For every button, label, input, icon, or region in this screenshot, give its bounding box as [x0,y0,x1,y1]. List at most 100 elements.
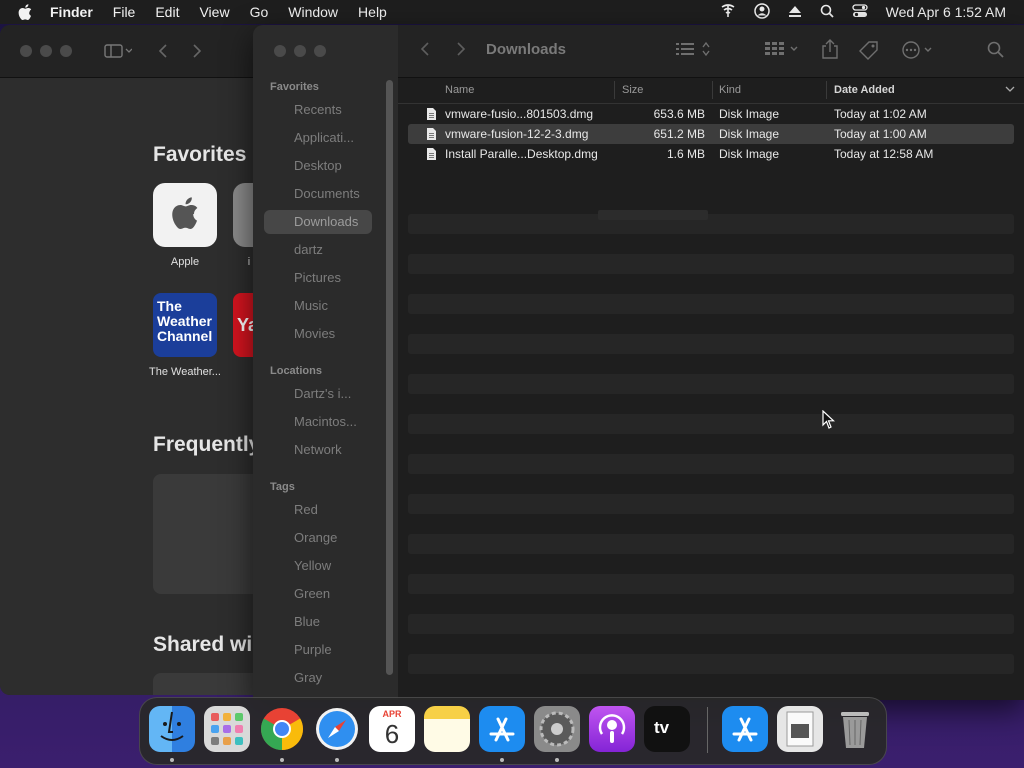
file-name: vmware-fusio...801503.dmg [445,107,594,121]
menu-edit[interactable]: Edit [155,4,179,20]
sidebar-item-movies[interactable]: Movies [264,322,372,346]
empty-list-stripes [408,194,1014,694]
file-date-added: Today at 12:58 AM [834,147,934,161]
sidebar-item-music[interactable]: Music [264,294,372,318]
table-row[interactable]: vmware-fusion-12-2-3.dmg 651.2 MB Disk I… [408,124,1014,144]
menubar-clock[interactable]: Wed Apr 6 1:52 AM [886,4,1006,20]
forward-chevron-icon[interactable] [192,44,202,58]
sidebar-tag-yellow[interactable]: Yellow [264,554,372,578]
search-icon[interactable] [987,41,1005,59]
shared-with-you-heading: Shared wi [153,633,253,656]
launchpad-app-icon[interactable] [204,706,250,752]
sidebar-tag-red[interactable]: Red [264,498,372,522]
finder-zoom-button[interactable] [314,45,326,57]
close-button[interactable] [20,45,32,57]
column-size[interactable]: Size [622,84,643,96]
chrome-app-icon[interactable] [259,706,305,752]
empty-stripe [408,634,1014,654]
sidebar-tag-orange[interactable]: Orange [264,526,372,550]
table-row[interactable]: vmware-fusio...801503.dmg 653.6 MB Disk … [408,104,1014,124]
column-date-added[interactable]: Date Added [834,84,895,96]
empty-stripe [408,434,1014,454]
empty-stripe [408,554,1014,574]
finder-window: Favorites Recents Applicati... Desktop D… [253,25,1024,700]
app-store-download-icon[interactable] [722,706,768,752]
drag-ghost-item [598,210,708,220]
system-preferences-app-icon[interactable] [534,706,580,752]
finder-toolbar: Downloads [398,25,1024,78]
podcasts-app-icon[interactable] [589,706,635,752]
empty-stripe [408,354,1014,374]
menu-finder[interactable]: Finder [50,4,93,20]
empty-stripe [408,474,1014,494]
sidebar-item-downloads[interactable]: Downloads [264,210,372,234]
shared-card[interactable] [153,673,263,695]
empty-stripe [408,334,1014,354]
group-grid-icon[interactable] [765,41,803,57]
zoom-button[interactable] [60,45,72,57]
sidebar-item-recents[interactable]: Recents [264,98,372,122]
column-name[interactable]: Name [445,84,474,96]
back-chevron-icon[interactable] [420,41,430,57]
wifi-icon[interactable] [720,3,736,21]
apple-tv-label: tv [654,718,670,737]
sidebar-item-icloud[interactable]: Dartz's i... [264,382,372,406]
sidebar-item-macintosh-hd[interactable]: Macintos... [264,410,372,434]
sidebar-item-documents[interactable]: Documents [264,182,372,206]
sidebar-item-pictures[interactable]: Pictures [264,266,372,290]
sidebar-scrollbar[interactable] [386,80,393,675]
control-center-icon[interactable] [851,3,868,21]
frequently-visited-card[interactable] [153,474,263,594]
sidebar-tag-green[interactable]: Green [264,582,372,606]
menu-view[interactable]: View [199,4,229,20]
favorite-apple-tile[interactable] [153,183,217,247]
frequently-visited-heading: Frequently [153,433,261,456]
back-chevron-icon[interactable] [158,44,168,58]
menu-window[interactable]: Window [288,4,338,20]
apple-tv-app-icon[interactable]: tv [644,706,690,752]
more-actions-icon[interactable] [901,40,937,60]
user-icon[interactable] [753,2,770,22]
list-view-icon[interactable] [676,41,714,57]
empty-stripe [408,254,1014,274]
sidebar-tag-purple[interactable]: Purple [264,638,372,662]
finder-minimize-button[interactable] [294,45,306,57]
app-store-app-icon[interactable] [479,706,525,752]
sidebar-tag-blue[interactable]: Blue [264,610,372,634]
menu-help[interactable]: Help [358,4,387,20]
downloads-stack-icon[interactable] [777,706,823,752]
eject-icon[interactable] [788,4,802,21]
sidebar-item-dartz[interactable]: dartz [264,238,372,262]
finder-app-icon[interactable] [149,706,195,752]
menu-go[interactable]: Go [250,4,269,20]
sidebar-toggle-icon[interactable] [104,44,132,58]
favorite-weather-channel-tile[interactable]: The Weather Channel [153,293,217,357]
notes-app-icon[interactable] [424,706,470,752]
empty-stripe [408,394,1014,414]
tag-icon[interactable] [859,40,879,60]
empty-stripe [408,414,1014,434]
safari-app-icon[interactable] [314,706,360,752]
calendar-app-icon[interactable]: APR 6 [369,706,415,752]
forward-chevron-icon[interactable] [456,41,466,57]
file-size: 651.2 MB [653,127,705,141]
empty-stripe [408,674,1014,694]
trash-icon[interactable] [832,706,878,752]
sidebar-item-applications[interactable]: Applicati... [264,126,372,150]
column-kind[interactable]: Kind [719,84,741,96]
menu-file[interactable]: File [113,4,136,20]
empty-stripe [408,494,1014,514]
finder-close-button[interactable] [274,45,286,57]
window-title: Downloads [486,41,567,58]
apple-menu-icon[interactable] [18,4,36,20]
table-row[interactable]: Install Paralle...Desktop.dmg 1.6 MB Dis… [408,144,1014,164]
empty-stripe [408,514,1014,534]
minimize-button[interactable] [40,45,52,57]
spotlight-search-icon[interactable] [820,4,834,21]
sidebar-item-desktop[interactable]: Desktop [264,154,372,178]
file-name: Install Paralle...Desktop.dmg [445,147,598,161]
sort-chevron-down-icon[interactable] [1005,84,1015,97]
sidebar-tag-gray[interactable]: Gray [264,666,372,690]
share-icon[interactable] [822,39,838,59]
sidebar-item-network[interactable]: Network [264,438,372,462]
